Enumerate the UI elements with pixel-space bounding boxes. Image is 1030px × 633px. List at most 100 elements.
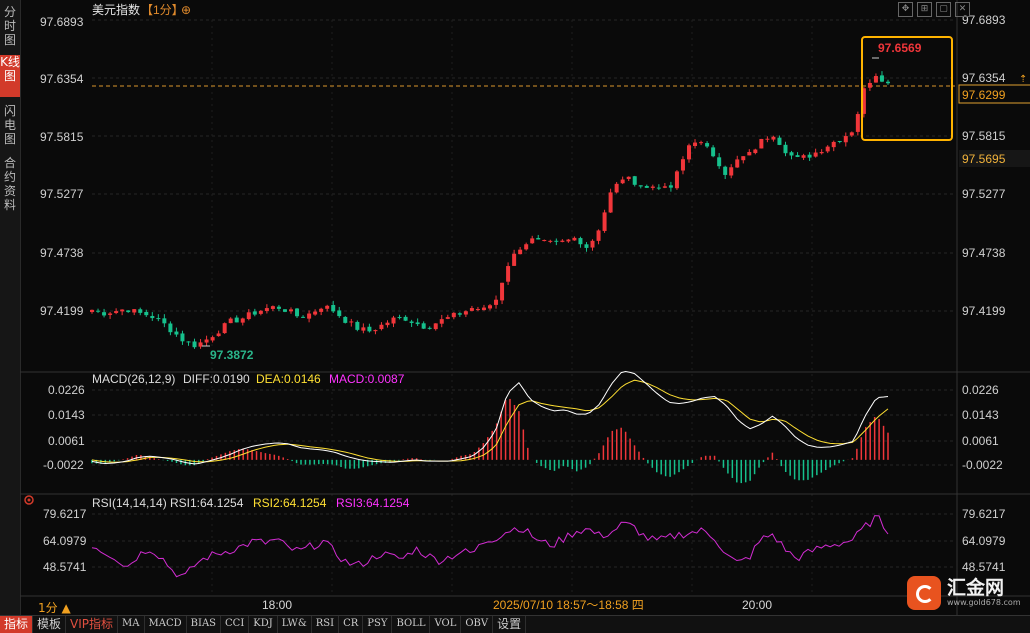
candle-body (355, 321, 360, 330)
price-chart[interactable]: 美元指数 【1分】 ⊕ 97.6893 97.6354 97.5815 97.5… (0, 0, 1030, 615)
tab-psy[interactable]: PSY (363, 616, 393, 633)
price-tick-left: 97.6893 (40, 15, 84, 29)
rsi-tick-left: 64.0979 (43, 534, 87, 548)
candle-body (114, 311, 119, 314)
high-price-annotation: 97.6569 (878, 41, 922, 55)
candle-body (216, 333, 221, 337)
tab-macd[interactable]: MACD (145, 616, 187, 633)
macd-diff-value: DIFF:0.0190 (183, 372, 250, 386)
candle-body (246, 312, 251, 320)
tab-cr[interactable]: CR (339, 616, 364, 633)
candle-body (331, 304, 336, 312)
period-badge[interactable]: 【1分】 (141, 3, 184, 17)
candle-body (138, 309, 143, 313)
candle-body (373, 330, 378, 332)
price-tick-left: 97.6354 (40, 72, 84, 86)
macd-tick-right: 0.0143 (962, 408, 999, 422)
candle-body (855, 114, 860, 132)
candle-body (192, 341, 197, 348)
candle-body (361, 327, 366, 331)
tab-bias[interactable]: BIAS (187, 616, 222, 633)
tab-lw[interactable]: LW& (278, 616, 312, 633)
candle-body (96, 310, 101, 312)
candle-body (325, 305, 330, 309)
candle-body (276, 306, 281, 309)
candle-body (313, 311, 318, 315)
price-tick-right: 97.4738 (962, 246, 1006, 260)
candle-body (705, 143, 710, 147)
rsi-line (91, 515, 889, 578)
candle-body (536, 237, 541, 240)
candle-body (759, 138, 764, 149)
add-indicator-icon[interactable]: ⊕ (181, 3, 191, 17)
fullscreen-icon[interactable]: ▢ (936, 2, 951, 17)
tab-rsi[interactable]: RSI (312, 616, 340, 633)
rsi-header: RSI(14,14,14) (92, 496, 167, 510)
candle-body (548, 240, 553, 242)
candle-body (608, 192, 613, 213)
candle-body (596, 230, 601, 241)
rsi-tick-left: 48.5741 (43, 560, 87, 574)
zoom-icon[interactable]: ⊞ (917, 2, 932, 17)
macd-dea-value: DEA:0.0146 (256, 372, 321, 386)
candle-body (488, 305, 492, 309)
tab-settings[interactable]: 设置 (493, 616, 527, 633)
tab-vip-indicators[interactable]: VIP指标 (66, 616, 119, 633)
candle-body (644, 185, 649, 188)
candle-body (222, 323, 227, 334)
tab-vol[interactable]: VOL (430, 616, 462, 633)
candle-body (506, 266, 511, 282)
tab-cci[interactable]: CCI (221, 616, 250, 633)
candle-body (873, 76, 878, 83)
price-tick-left: 97.4738 (40, 246, 84, 260)
candle-body (831, 141, 836, 148)
candle-body (270, 306, 275, 309)
candle-body (295, 308, 300, 317)
crosshair-price-label: 97.5695 (962, 152, 1006, 166)
candle-body (542, 240, 547, 242)
candle-body (120, 309, 125, 312)
tab-kdj[interactable]: KDJ (249, 616, 278, 633)
price-tick-left: 97.5815 (40, 130, 84, 144)
tab-templates[interactable]: 模板 (33, 616, 67, 633)
candle-body (439, 319, 444, 324)
candle-body (102, 312, 107, 316)
candle-body (843, 136, 848, 143)
candle-body (144, 311, 149, 316)
tab-ma[interactable]: MA (118, 616, 145, 633)
period-selector[interactable]: 1分 ▲ (38, 599, 71, 616)
grid (20, 0, 1030, 615)
candle-body (234, 317, 239, 323)
candle-body (463, 311, 468, 315)
move-icon[interactable]: ✥ (898, 2, 913, 17)
tab-obv[interactable]: OBV (461, 616, 494, 633)
candle-body (150, 315, 155, 319)
candle-body (481, 307, 486, 311)
candle-body (433, 323, 438, 330)
candle-body (186, 341, 191, 343)
rsi-tick-right: 64.0979 (962, 534, 1006, 548)
time-label: 18:00 (262, 598, 292, 612)
instrument-title: 美元指数 (92, 2, 140, 17)
tab-boll[interactable]: BOLL (392, 616, 431, 633)
candle-body (566, 239, 571, 242)
candle-body (699, 142, 704, 144)
rsi-tick-right: 79.6217 (962, 507, 1006, 521)
current-price-label: 97.6299 (962, 88, 1006, 102)
candle-body (795, 155, 800, 158)
candle-body (180, 333, 185, 342)
candle-body (282, 309, 287, 312)
rsi-rsi1-value: RSI1:64.1254 (170, 496, 244, 510)
time-label: 20:00 (742, 598, 772, 612)
close-icon[interactable]: ✕ (955, 2, 970, 17)
candle-body (789, 152, 794, 156)
tab-indicators[interactable]: 指标 (0, 616, 34, 633)
brand-url: www.gold678.com (947, 598, 1021, 607)
candle-body (168, 323, 173, 333)
macd-dea-line (91, 379, 889, 463)
candle-body (825, 146, 830, 152)
brand-logo-icon (907, 576, 941, 610)
candle-body (210, 337, 215, 341)
candle-body (680, 159, 685, 171)
candle-body (240, 318, 245, 323)
